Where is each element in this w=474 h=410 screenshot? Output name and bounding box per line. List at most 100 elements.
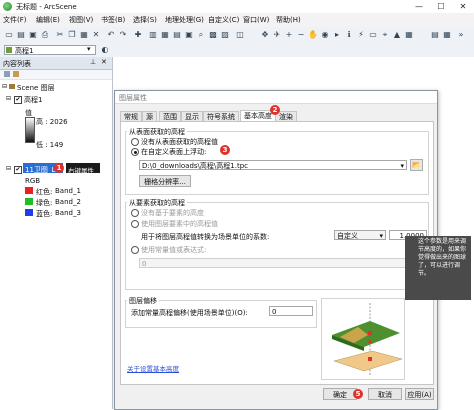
scene-props-icon[interactable]: ▲ xyxy=(392,30,402,40)
toc-close-icon[interactable]: ✕ xyxy=(101,58,107,66)
raster-layer-icon xyxy=(6,47,12,53)
add-data-icon[interactable]: ✚ xyxy=(133,30,143,40)
paste-icon[interactable]: ▦ xyxy=(79,30,89,40)
fly-icon[interactable]: ✈ xyxy=(272,30,282,40)
scene-layers-label: Scene 图层 xyxy=(17,84,55,92)
use-feature-elevation-radio[interactable] xyxy=(131,220,139,228)
cut-icon[interactable]: ✂ xyxy=(55,30,65,40)
pin-icon[interactable]: ⊥ xyxy=(90,58,96,66)
copy-icon[interactable]: ❐ xyxy=(67,30,77,40)
layer1-visibility-checkbox[interactable]: ✔ xyxy=(14,96,22,104)
hyperlink-icon[interactable]: ⚡ xyxy=(356,30,366,40)
no-surface-radio[interactable] xyxy=(131,138,139,146)
browse-folder-icon[interactable]: 📂 xyxy=(410,159,423,171)
list-by-source-icon[interactable] xyxy=(13,71,19,77)
raster-resolution-button[interactable]: 栅格分辨率... xyxy=(139,175,191,187)
search-icon[interactable]: ⌕ xyxy=(196,30,206,40)
delete-icon[interactable]: ✕ xyxy=(91,30,101,40)
layout-icon[interactable]: ▦ xyxy=(442,30,452,40)
menu-edit[interactable]: 编辑(E) xyxy=(36,15,60,25)
layer1-name[interactable]: 高程1 xyxy=(24,95,42,105)
layer2-render-type: RGB xyxy=(25,177,41,185)
toc-title: 内容列表 xyxy=(3,60,31,68)
no-surface-label: 没有从表面获取的高程值 xyxy=(141,138,218,146)
layer2-visibility-checkbox[interactable]: ✔ xyxy=(14,166,22,174)
navigate-icon[interactable]: ✥ xyxy=(260,30,270,40)
step-badge-1: 1 xyxy=(54,163,64,173)
apply-button[interactable]: 应用(A) xyxy=(405,388,434,400)
standard-toolbar: ▭ ▤ ▣ ⎙ ✂ ❐ ▦ ✕ ↶ ↷ ✚ ▥ ▦ ▤ ▣ ⌕ ▩ ▨ ◫ ✥ … xyxy=(0,27,474,44)
animation-icon[interactable]: ▤ xyxy=(430,30,440,40)
collapse-icon[interactable]: ⊟ xyxy=(2,83,7,90)
full-extent-icon[interactable]: ◉ xyxy=(320,30,330,40)
select-icon[interactable]: ▸ xyxy=(332,30,342,40)
constant-value-input[interactable]: 0 xyxy=(139,258,407,268)
constant-value: 0 xyxy=(142,260,147,268)
save-icon[interactable]: ▣ xyxy=(28,30,38,40)
lighting-icon[interactable]: ◐ xyxy=(100,45,110,55)
elevation-ramp xyxy=(25,117,35,143)
layer1-collapse-icon[interactable]: ⊟ xyxy=(6,95,11,102)
menu-bookmarks[interactable]: 书签(B) xyxy=(101,15,125,25)
toc-header: 内容列表 ⊥ ✕ xyxy=(0,57,112,70)
constant-expression-radio[interactable] xyxy=(131,246,139,254)
pan-icon[interactable]: ✋ xyxy=(308,30,318,40)
print-icon[interactable]: ⎙ xyxy=(40,30,50,40)
minimize-button[interactable]: — xyxy=(408,0,430,13)
menu-customize[interactable]: 自定义(C) xyxy=(208,15,239,25)
table-of-contents: 内容列表 ⊥ ✕ ⊟ Scene 图层 ⊟ ✔ 高程1 值 高 : 2026 低… xyxy=(0,57,113,409)
layer-dropdown[interactable]: 高程1 ▾ xyxy=(4,45,96,55)
menu-geoprocessing[interactable]: 地理处理(G) xyxy=(165,15,204,25)
zoom-out-icon[interactable]: − xyxy=(296,30,306,40)
list-by-drawing-order-icon[interactable] xyxy=(4,71,10,77)
surface-path-value: D:\0_downloads\高程\高程1.tpc xyxy=(142,162,248,170)
custom-surface-radio[interactable] xyxy=(131,148,139,156)
use-feature-elevation-label: 使用图层要素中的高程值 xyxy=(141,220,218,228)
catalog-icon[interactable]: ▣ xyxy=(184,30,194,40)
no-feature-height-radio[interactable] xyxy=(131,209,139,217)
layer-icon[interactable]: ▥ xyxy=(148,30,158,40)
blue-band-label: 蓝色: xyxy=(36,210,53,218)
about-base-heights-link[interactable]: 关于设置基本高度 xyxy=(127,363,179,373)
ok-button[interactable]: 确定 xyxy=(323,388,357,400)
surface-path-dropdown[interactable]: D:\0_downloads\高程\高程1.tpc ▾ xyxy=(139,160,407,170)
layer2-collapse-icon[interactable]: ⊟ xyxy=(6,165,11,172)
new-doc-icon[interactable]: ▭ xyxy=(4,30,14,40)
open-icon[interactable]: ▤ xyxy=(16,30,26,40)
unit-dropdown[interactable]: 自定义 ▾ xyxy=(334,230,386,240)
python-icon[interactable]: ▨ xyxy=(220,30,230,40)
menu-windows[interactable]: 窗口(W) xyxy=(243,15,269,25)
close-button[interactable]: ✕ xyxy=(452,0,474,13)
model-icon[interactable]: ◫ xyxy=(235,30,245,40)
menu-help[interactable]: 帮助(H) xyxy=(276,15,301,25)
surface-group-legend: 从表面获取的高程 xyxy=(127,127,187,137)
grid-icon[interactable]: ▦ xyxy=(160,30,170,40)
undo-icon[interactable]: ↶ xyxy=(106,30,116,40)
annotation-tooltip: 这个参数是用来调节高度的，如果你觉得做出来的图球了，可以进行调节。 xyxy=(405,236,471,300)
layer1-low: 低 : 149 xyxy=(36,141,64,149)
toc-view-strip xyxy=(0,70,112,80)
menu-view[interactable]: 视图(V) xyxy=(69,15,93,25)
table-icon[interactable]: ▤ xyxy=(172,30,182,40)
unit-value: 自定义 xyxy=(337,232,358,240)
maximize-button[interactable]: ☐ xyxy=(430,0,452,13)
toolbox-icon[interactable]: ▩ xyxy=(208,30,218,40)
menu-selection[interactable]: 选择(S) xyxy=(133,15,157,25)
offset-value: 0 xyxy=(272,308,277,316)
offset-label: 添加常量高程偏移(使用场景单位)(O): xyxy=(131,309,248,317)
offset-input[interactable]: 0 xyxy=(269,306,313,316)
cancel-button[interactable]: 取消 xyxy=(368,388,402,400)
target-icon[interactable]: ⌖ xyxy=(380,30,390,40)
identify-icon[interactable]: ℹ xyxy=(344,30,354,40)
zoom-in-icon[interactable]: + xyxy=(284,30,294,40)
measure-icon[interactable]: ▭ xyxy=(368,30,378,40)
redo-icon[interactable]: ↷ xyxy=(118,30,128,40)
step-badge-5: 5 xyxy=(353,389,363,399)
title-bar: 无标题 - ArcScene — ☐ ✕ xyxy=(0,0,474,14)
chevron-down-icon: ▾ xyxy=(87,45,91,53)
grid-2-icon[interactable]: ▦ xyxy=(404,30,414,40)
layer-properties-dialog: 图层属性 常规 源 范围 显示 符号系统 基本高度 渲染 2 从表面获取的高程 … xyxy=(114,90,438,410)
menu-file[interactable]: 文件(F) xyxy=(3,15,27,25)
annotation-tooltip-text: 这个参数是用来调节高度的，如果你觉得做出来的图球了，可以进行调节。 xyxy=(418,238,467,277)
toolbar-overflow-icon[interactable]: » xyxy=(456,30,466,40)
